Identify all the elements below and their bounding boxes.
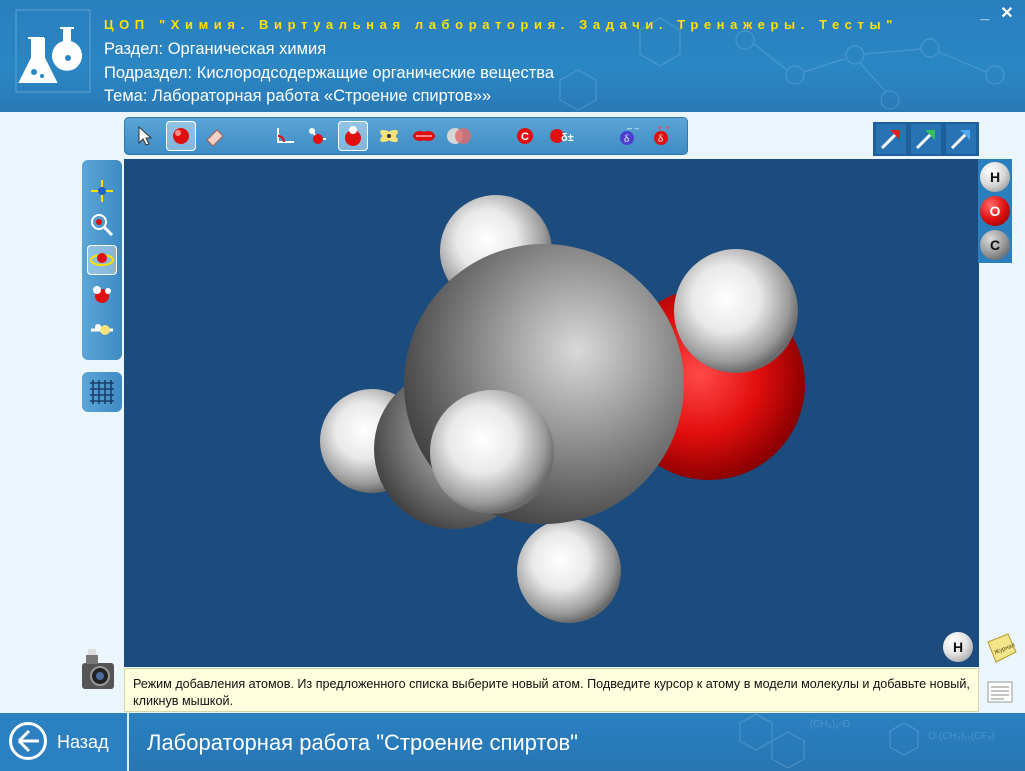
atom-o-button[interactable]: O	[980, 196, 1010, 226]
back-label: Назад	[57, 732, 109, 752]
formula-pattern-decoration: (CH₃)₂-O O-(CH₂)₁₁(CF₂)	[739, 713, 995, 769]
close-button[interactable]: ✕	[999, 6, 1015, 22]
hydrogen-atom[interactable]	[517, 519, 621, 623]
notes-icon[interactable]	[986, 680, 1014, 704]
arrow-blue-icon[interactable]	[946, 124, 976, 154]
arrow-red-icon[interactable]	[876, 124, 906, 154]
section-label: Раздел: Органическая химия	[104, 40, 327, 58]
back-button[interactable]: Назад	[0, 713, 129, 771]
delta-minus-icon[interactable]: δ – –	[612, 121, 642, 151]
atom-c-button[interactable]: C	[980, 230, 1010, 260]
carbon-label-icon[interactable]: C	[510, 121, 540, 151]
svg-text:+ +: + +	[657, 124, 670, 133]
status-message: Режим добавления атомов. Из предложенног…	[124, 668, 979, 712]
select-arrow-icon[interactable]	[130, 121, 160, 151]
molecule-viewport[interactable]	[124, 159, 979, 667]
partial-charge-icon[interactable]: δ±	[544, 121, 580, 151]
svg-text:(CH₃)₂-O: (CH₃)₂-O	[810, 719, 850, 730]
delta-plus-icon[interactable]: δ + +	[646, 121, 676, 151]
svg-text:δ: δ	[658, 133, 663, 145]
app-title: ЦОП "Химия. Виртуальная лаборатория. Зад…	[104, 17, 898, 32]
pi-bond-icon[interactable]	[409, 121, 439, 151]
ball-stick-icon[interactable]	[302, 121, 332, 151]
view-tools	[873, 122, 979, 156]
move-icon[interactable]	[87, 176, 117, 206]
back-arrow-icon	[9, 722, 47, 760]
camera-icon[interactable]	[78, 645, 118, 695]
rotate-icon[interactable]	[87, 245, 117, 275]
subsection-label: Подраздел: Кислородсодержащие органическ…	[104, 64, 555, 82]
split-icon[interactable]	[87, 315, 117, 345]
flask-logo-icon	[15, 9, 91, 93]
grid-toggle-button[interactable]	[82, 372, 122, 412]
selected-atom-indicator: H	[943, 632, 973, 662]
svg-text:– –: – –	[627, 124, 639, 133]
svg-text:δ: δ	[624, 133, 629, 145]
orbital-icon[interactable]	[374, 121, 404, 151]
minimize-button[interactable]: _	[977, 6, 993, 22]
svg-text:O-(CH₂)₁₁(CF₂): O-(CH₂)₁₁(CF₂)	[928, 731, 995, 742]
atom-overlap-icon[interactable]	[442, 121, 472, 151]
header: ЦОП "Химия. Виртуальная лаборатория. Зад…	[0, 0, 1025, 112]
ethanol-space-fill-model[interactable]	[124, 159, 979, 667]
bond-angle-icon[interactable]	[269, 121, 299, 151]
zoom-icon[interactable]	[87, 210, 117, 240]
arrow-green-icon[interactable]	[911, 124, 941, 154]
space-fill-icon[interactable]	[338, 121, 368, 151]
molecule-icon[interactable]	[87, 280, 117, 310]
top-toolbar: C δ± δ – – δ + +	[124, 117, 688, 155]
atom-palette: H O C	[978, 159, 1012, 263]
carbon-label-text: C	[521, 131, 529, 143]
footer: (CH₃)₂-O O-(CH₂)₁₁(CF₂) Назад Лабораторн…	[0, 713, 1025, 771]
partial-charge-label: δ±	[561, 132, 574, 144]
grid-icon	[90, 380, 114, 404]
hydrogen-atom[interactable]	[674, 249, 798, 373]
journal-icon[interactable]: Журнал	[984, 632, 1018, 664]
topic-label: Тема: Лабораторная работа «Строение спир…	[104, 87, 492, 105]
footer-title: Лабораторная работа "Строение спиртов"	[147, 730, 578, 755]
atom-h-button[interactable]: H	[980, 162, 1010, 192]
add-atom-icon[interactable]	[166, 121, 196, 151]
left-toolbar	[82, 160, 122, 360]
eraser-icon[interactable]	[200, 121, 230, 151]
hydrogen-atom[interactable]	[430, 390, 554, 514]
